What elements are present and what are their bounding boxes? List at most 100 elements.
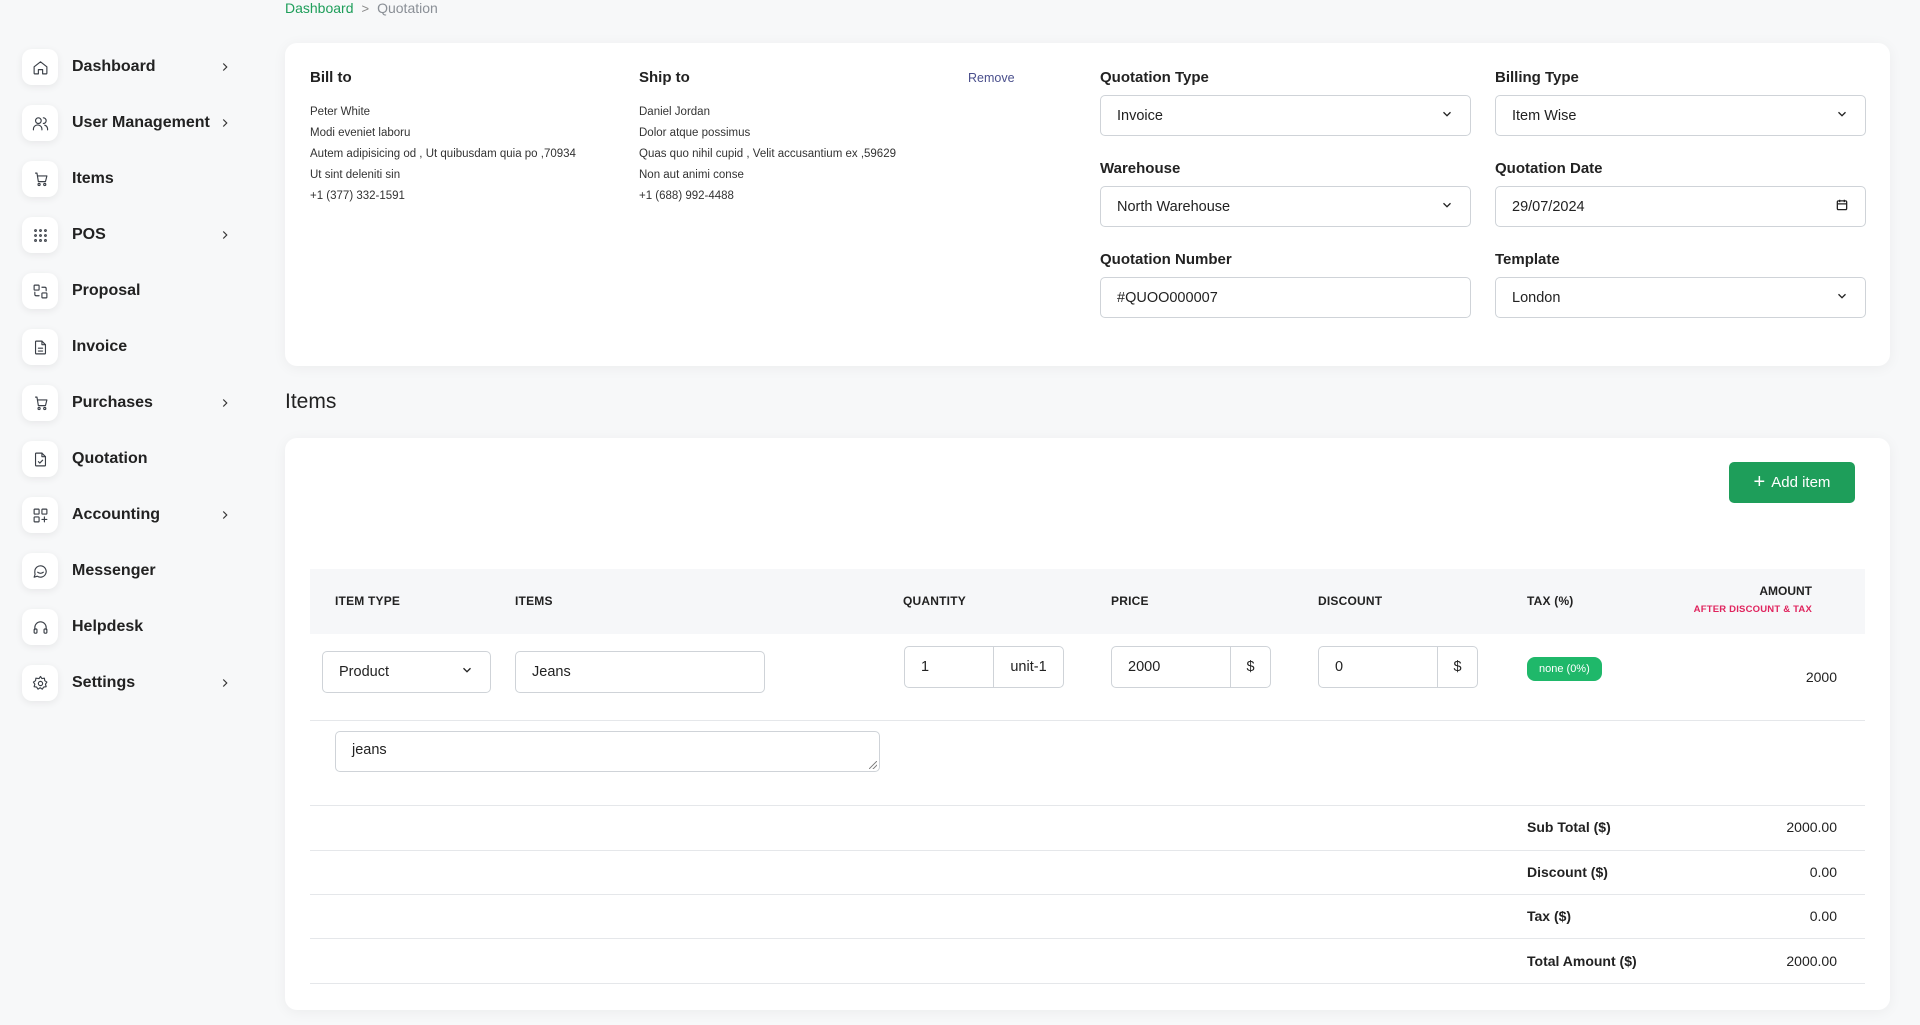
sidebar-item-messenger[interactable]: Messenger (22, 551, 232, 591)
swap-icon (22, 273, 58, 309)
calendar-icon[interactable] (1835, 198, 1849, 216)
price-currency: $ (1246, 659, 1255, 675)
item-type-select[interactable]: Product (322, 651, 491, 693)
sidebar-item-proposal[interactable]: Proposal (22, 271, 232, 311)
discount-input[interactable]: 0 (1319, 647, 1438, 687)
price-input[interactable]: 2000 (1112, 647, 1231, 687)
col-items: ITEMS (515, 594, 553, 608)
cart-icon (22, 161, 58, 197)
sidebar-item-pos[interactable]: POS (22, 215, 232, 255)
divider (310, 983, 1865, 984)
tax-total-value: 0.00 (1809, 908, 1837, 924)
warehouse-field: Warehouse North Warehouse (1100, 160, 1471, 227)
chevron-down-icon (1835, 107, 1849, 125)
sidebar-item-label: User Management (72, 114, 210, 131)
resize-handle-icon[interactable] (869, 761, 877, 769)
sidebar-item-user-management[interactable]: User Management (22, 103, 232, 143)
billing-type-label: Billing Type (1495, 69, 1579, 86)
template-select[interactable]: London (1495, 277, 1866, 318)
sidebar-item-quotation[interactable]: Quotation (22, 439, 232, 479)
sidebar-item-label: Items (72, 170, 114, 187)
unit-addon: unit-1 (994, 647, 1063, 687)
discount-total-value: 0.00 (1809, 864, 1837, 880)
sidebar: Dashboard User Management Items POS Prop… (0, 0, 270, 1025)
quantity-group: 1 unit-1 (904, 646, 1064, 688)
add-item-label: Add item (1771, 474, 1831, 491)
price-value: 2000 (1128, 659, 1161, 675)
quotation-number-value: #QUOO000007 (1117, 289, 1218, 306)
sidebar-item-label: Accounting (72, 506, 160, 523)
items-table-header: ITEM TYPE ITEMS QUANTITY PRICE DISCOUNT … (310, 569, 1865, 634)
sidebar-item-label: Quotation (72, 450, 148, 467)
bill-to-phone: +1 (377) 332-1591 (310, 190, 405, 202)
bill-to-line3: Ut sint deleniti sin (310, 169, 401, 181)
items-section-title: Items (285, 390, 337, 413)
bill-to-line2: Autem adipisicing od , Ut quibusdam quia… (310, 148, 576, 160)
col-price: PRICE (1111, 594, 1149, 608)
users-icon (22, 105, 58, 141)
chevron-right-icon (218, 676, 232, 690)
ship-to-line3: Non aut animi conse (639, 169, 744, 181)
sidebar-item-settings[interactable]: Settings (22, 663, 232, 703)
breadcrumb-current: Quotation (377, 0, 438, 16)
remove-ship-to-link[interactable]: Remove (968, 71, 1015, 85)
add-item-button[interactable]: + Add item (1729, 462, 1855, 503)
divider (310, 938, 1865, 939)
sidebar-item-accounting[interactable]: Accounting (22, 495, 232, 535)
file-icon (22, 329, 58, 365)
sidebar-item-label: Purchases (72, 394, 153, 411)
col-amount-title: AMOUNT (1759, 584, 1812, 598)
warehouse-select[interactable]: North Warehouse (1100, 186, 1471, 227)
chevron-down-icon (1835, 289, 1849, 307)
billing-type-select[interactable]: Item Wise (1495, 95, 1866, 136)
discount-currency: $ (1453, 659, 1462, 675)
grid-dots-icon (22, 217, 58, 253)
total-amount-value: 2000.00 (1786, 953, 1837, 969)
discount-group: 0 $ (1318, 646, 1478, 688)
sidebar-item-label: Invoice (72, 338, 128, 355)
sidebar-item-helpdesk[interactable]: Helpdesk (22, 607, 232, 647)
discount-currency-addon: $ (1438, 647, 1477, 687)
quotation-type-select[interactable]: Invoice (1100, 95, 1471, 136)
quotation-number-label: Quotation Number (1100, 251, 1232, 268)
breadcrumb-separator: > (361, 0, 370, 16)
item-description-textarea[interactable]: jeans (335, 731, 880, 772)
item-description-value: jeans (352, 742, 387, 758)
headphones-icon (22, 609, 58, 645)
col-item-type: ITEM TYPE (335, 594, 401, 608)
quotation-date-value: 29/07/2024 (1512, 198, 1585, 215)
sidebar-item-label: Settings (72, 674, 136, 691)
ship-to-name: Daniel Jordan (639, 106, 710, 118)
quotation-number-input[interactable]: #QUOO000007 (1100, 277, 1471, 318)
chevron-down-icon (460, 663, 474, 681)
sidebar-item-label: Messenger (72, 562, 156, 579)
chevron-right-icon (218, 116, 232, 130)
chevron-down-icon (1440, 107, 1454, 125)
bill-to-name: Peter White (310, 106, 371, 118)
sidebar-item-items[interactable]: Items (22, 159, 232, 199)
quantity-input[interactable]: 1 (905, 647, 994, 687)
chevron-right-icon (218, 228, 232, 242)
warehouse-label: Warehouse (1100, 160, 1181, 177)
quotation-date-input[interactable]: 29/07/2024 (1495, 186, 1866, 227)
tax-total-label: Tax ($) (1527, 908, 1572, 924)
quotation-date-field: Quotation Date 29/07/2024 (1495, 160, 1866, 227)
sidebar-item-invoice[interactable]: Invoice (22, 327, 232, 367)
warehouse-value: North Warehouse (1117, 198, 1231, 215)
gear-icon (22, 665, 58, 701)
total-amount-label: Total Amount ($) (1527, 953, 1637, 969)
col-amount: AMOUNT AFTER DISCOUNT & TAX (1694, 584, 1812, 615)
sidebar-item-purchases[interactable]: Purchases (22, 383, 232, 423)
tax-badge: none (0%) (1527, 657, 1602, 681)
divider (310, 894, 1865, 895)
discount-total-label: Discount ($) (1527, 864, 1608, 880)
ship-to-title: Ship to (639, 69, 690, 86)
chevron-right-icon (218, 60, 232, 74)
plus-icon: + (1753, 470, 1766, 493)
sidebar-item-label: Proposal (72, 282, 141, 299)
sidebar-item-dashboard[interactable]: Dashboard (22, 47, 232, 87)
price-currency-addon: $ (1231, 647, 1270, 687)
breadcrumb-home-link[interactable]: Dashboard (285, 0, 354, 16)
item-name-input[interactable]: Jeans (515, 651, 765, 693)
sidebar-item-label: Dashboard (72, 58, 156, 75)
